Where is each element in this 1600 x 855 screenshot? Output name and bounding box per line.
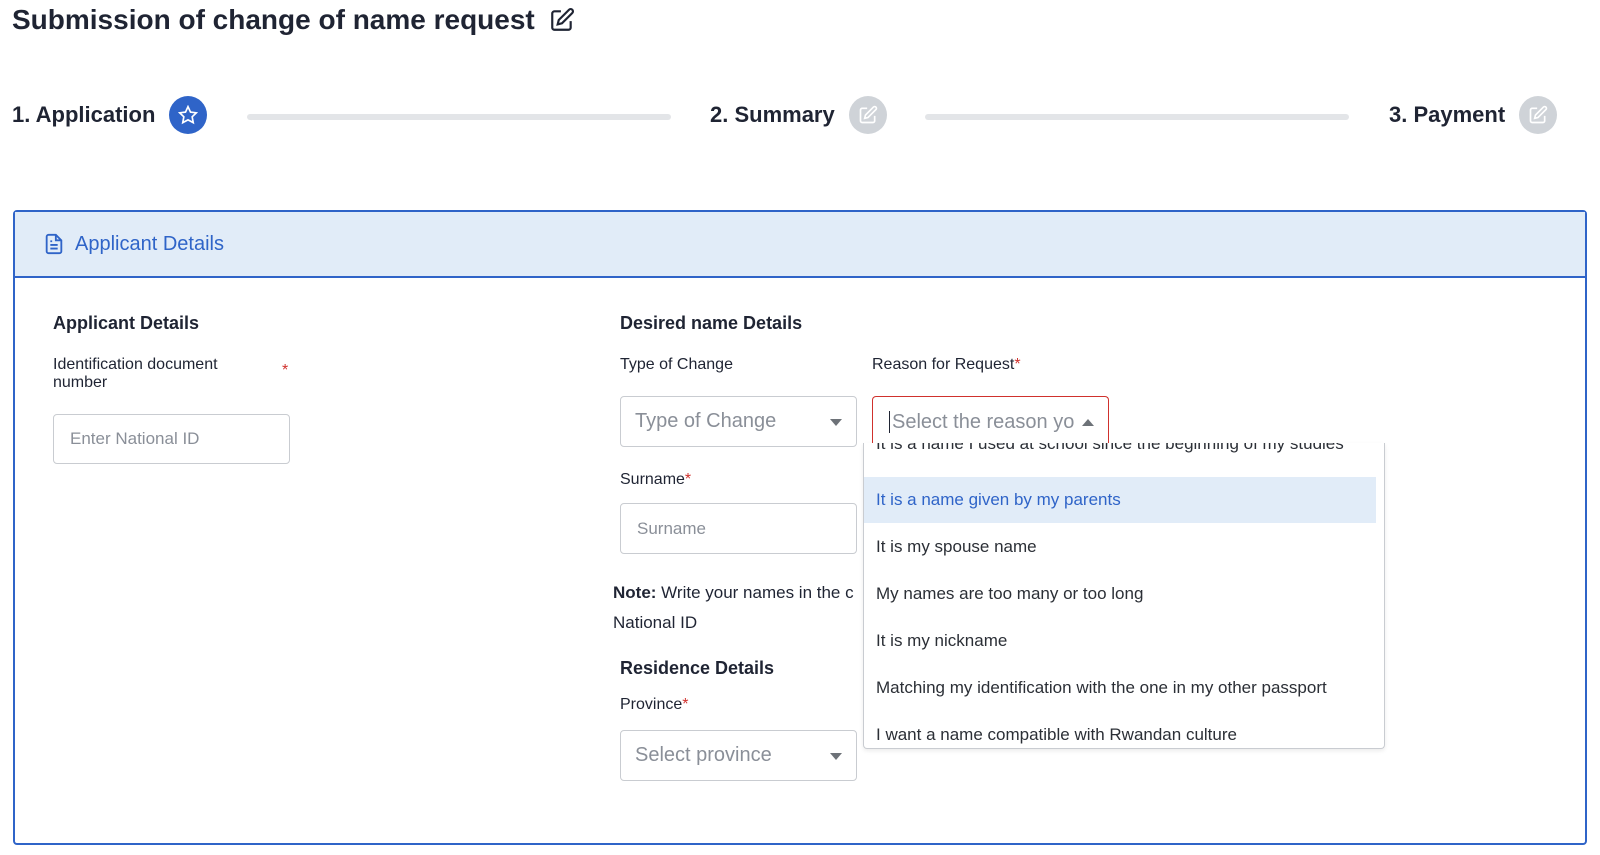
step-payment[interactable]: 3. Payment (1389, 96, 1558, 134)
card-title: Applicant Details (75, 232, 224, 255)
reason-dropdown-menu: It is a name I used at school since the … (863, 443, 1385, 749)
step-connector (925, 114, 1349, 120)
surname-label: Surname* (620, 471, 692, 488)
reason-option[interactable]: It is a name I used at school since the … (864, 443, 1376, 467)
reason-label: Reason for Request* (872, 356, 1021, 373)
step-connector (247, 114, 671, 120)
surname-input[interactable]: Surname (620, 503, 857, 554)
text-cursor (889, 411, 890, 433)
required-mark: * (282, 362, 289, 379)
name-note: Note: Write your names in the c National… (613, 583, 854, 632)
reason-option[interactable]: It is my nickname (864, 618, 1376, 664)
document-icon (45, 233, 63, 255)
province-label: Province* (620, 696, 689, 713)
chevron-down-icon (830, 752, 842, 760)
stepper: 1. Application 2. Summary 3. Payment (12, 96, 1590, 138)
chevron-up-icon (1082, 419, 1094, 426)
chevron-down-icon (830, 418, 842, 426)
card-header: Applicant Details (15, 212, 1585, 278)
province-select[interactable]: Select province (620, 730, 857, 781)
reason-option[interactable]: Matching my identification with the one … (864, 665, 1376, 711)
step-application[interactable]: 1. Application (12, 96, 208, 134)
reason-option-selected[interactable]: It is a name given by my parents (864, 477, 1376, 523)
reason-option[interactable]: I want a name compatible with Rwandan cu… (864, 712, 1376, 748)
reason-option[interactable]: My names are too many or too long (864, 571, 1376, 617)
star-icon (169, 96, 208, 134)
reason-option[interactable]: It is my spouse name (864, 524, 1376, 570)
reason-select[interactable]: Select the reason yo (872, 396, 1109, 447)
page-title: Submission of change of name request (12, 4, 575, 36)
national-id-input[interactable]: Enter National ID (53, 414, 290, 464)
type-of-change-label: Type of Change (620, 356, 733, 373)
type-of-change-select[interactable]: Type of Change (620, 396, 857, 447)
id-number-label: Identification document number (53, 356, 218, 391)
edit-icon (1519, 96, 1558, 134)
step-summary[interactable]: 2. Summary (710, 96, 887, 134)
residence-section-title: Residence Details (620, 658, 775, 678)
desired-section-title: Desired name Details (620, 313, 803, 333)
edit-icon[interactable] (549, 7, 575, 33)
edit-icon (848, 96, 887, 134)
applicant-section-title: Applicant Details (53, 313, 200, 333)
